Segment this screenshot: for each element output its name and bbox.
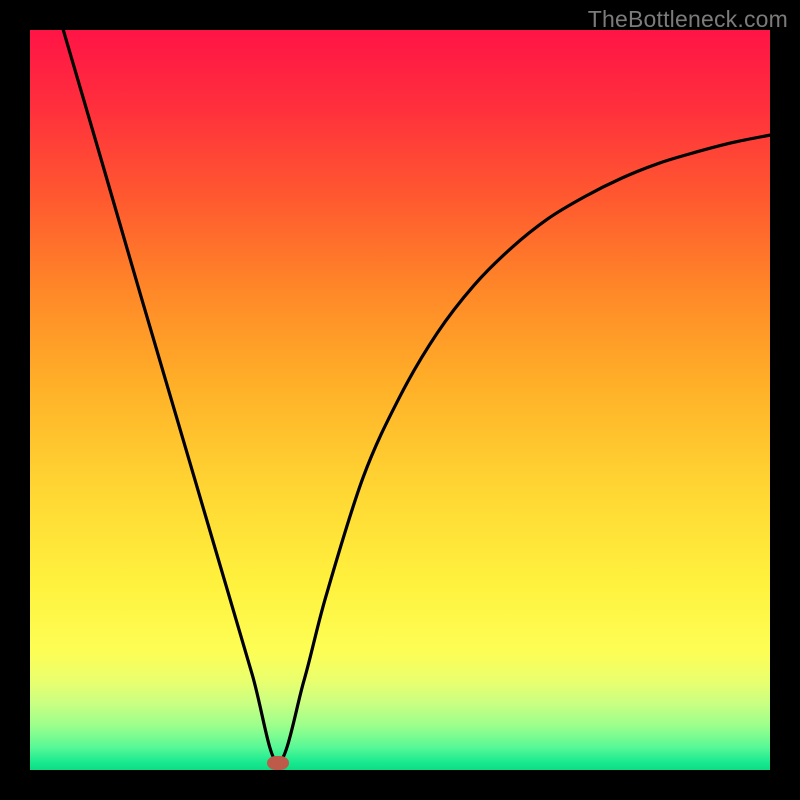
bottleneck-curve: [30, 30, 770, 770]
minimum-marker: [267, 756, 289, 770]
watermark-text: TheBottleneck.com: [588, 6, 788, 33]
plot-area: [30, 30, 770, 770]
chart-frame: TheBottleneck.com: [0, 0, 800, 800]
